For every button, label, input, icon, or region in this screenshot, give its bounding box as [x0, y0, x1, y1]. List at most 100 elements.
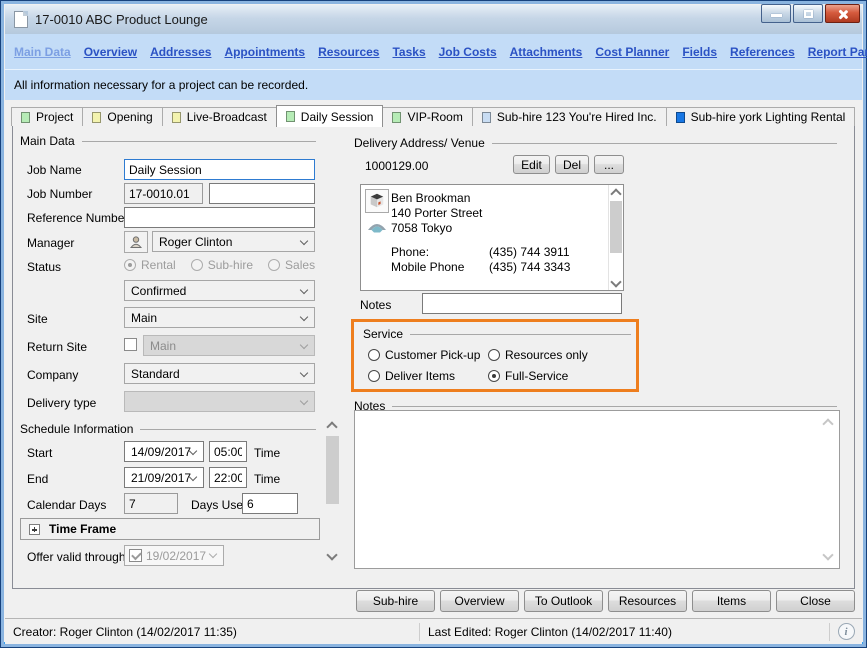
- service-radio-deliver-items[interactable]: Deliver Items: [368, 369, 488, 383]
- tab-daily-session[interactable]: Daily Session: [275, 105, 384, 127]
- job-number-readonly: [124, 183, 203, 204]
- scroll-up-icon[interactable]: [822, 418, 834, 430]
- tab-label: Sub-hire 123 You're Hired Inc.: [496, 110, 657, 124]
- info-icon[interactable]: i: [837, 623, 855, 640]
- delivery-type-select: [124, 391, 315, 412]
- radio-label: Full-Service: [505, 369, 569, 383]
- job-number-suffix-input[interactable]: [209, 183, 315, 204]
- subhire-button[interactable]: Sub-hire: [356, 590, 435, 612]
- edit-address-button[interactable]: Edit: [513, 155, 550, 174]
- scrollbar-thumb[interactable]: [326, 436, 339, 504]
- radio-label: Sales: [285, 258, 316, 272]
- site-label: Site: [27, 312, 48, 326]
- left-pane-scrollbar[interactable]: [325, 419, 340, 565]
- main-area: Project Opening Live-Broadcast Daily Ses…: [5, 100, 862, 644]
- status-radio-rental[interactable]: Rental: [124, 258, 176, 272]
- tab-color-square: [92, 111, 102, 123]
- mobile-value: (435) 744 3343: [489, 260, 571, 274]
- tab-subhire-york[interactable]: Sub-hire york Lighting Rental: [665, 107, 856, 126]
- package-icon: [370, 193, 384, 208]
- notes-textarea[interactable]: [354, 410, 840, 569]
- reference-number-input[interactable]: [124, 207, 315, 228]
- end-label: End: [27, 472, 49, 486]
- tab-subhire-123[interactable]: Sub-hire 123 You're Hired Inc.: [471, 107, 667, 126]
- nav-report-parameter[interactable]: Report Parameter: [808, 45, 867, 59]
- nav-fields[interactable]: Fields: [682, 45, 717, 59]
- tab-panel: Main Data Job Name Job Number Reference …: [12, 125, 855, 589]
- tab-color-square: [285, 111, 295, 122]
- schedule-section-header: Schedule Information: [20, 422, 316, 436]
- end-date-picker[interactable]: 21/09/2017: [124, 467, 204, 488]
- address-notes-input[interactable]: [422, 293, 622, 314]
- tab-project[interactable]: Project: [11, 107, 84, 126]
- nav-references[interactable]: References: [730, 45, 795, 59]
- end-date-value: 21/09/2017: [131, 470, 192, 485]
- end-time-input[interactable]: [209, 467, 247, 488]
- tab-live-broadcast[interactable]: Live-Broadcast: [161, 107, 277, 126]
- nav-overview[interactable]: Overview: [84, 45, 137, 59]
- delete-address-button[interactable]: Del: [555, 155, 589, 174]
- start-date-picker[interactable]: 14/09/2017: [124, 441, 204, 462]
- manager-select[interactable]: Roger Clinton: [152, 231, 315, 252]
- scroll-down-icon[interactable]: [610, 276, 622, 288]
- venue-icon: [368, 224, 386, 233]
- radio-icon: [124, 259, 136, 271]
- nav-appointments[interactable]: Appointments: [224, 45, 305, 59]
- nav-attachments[interactable]: Attachments: [510, 45, 583, 59]
- days-used-input[interactable]: [242, 493, 298, 514]
- tab-label: Sub-hire york Lighting Rental: [690, 110, 846, 124]
- radio-label: Resources only: [505, 348, 588, 362]
- chevron-down-icon: [299, 396, 309, 406]
- close-dialog-button[interactable]: Close: [776, 590, 855, 612]
- nav-job-costs[interactable]: Job Costs: [439, 45, 497, 59]
- job-name-input[interactable]: [124, 159, 315, 180]
- tab-color-square: [171, 111, 181, 123]
- package-icon-button[interactable]: [365, 189, 389, 213]
- site-value: Main: [131, 310, 158, 325]
- service-radio-resources-only[interactable]: Resources only: [488, 348, 588, 362]
- scroll-down-icon[interactable]: [326, 549, 338, 561]
- items-button[interactable]: Items: [692, 590, 771, 612]
- start-time-input[interactable]: [209, 441, 247, 462]
- title-bar[interactable]: 17-0010 ABC Product Lounge: [5, 5, 862, 34]
- status-select[interactable]: Confirmed: [124, 280, 315, 301]
- scroll-up-icon[interactable]: [610, 188, 622, 200]
- return-site-checkbox[interactable]: [124, 338, 137, 351]
- maximize-button[interactable]: [793, 4, 823, 23]
- nav-addresses[interactable]: Addresses: [150, 45, 211, 59]
- person-icon: [129, 236, 143, 248]
- tab-opening[interactable]: Opening: [82, 107, 163, 126]
- nav-resources[interactable]: Resources: [318, 45, 379, 59]
- address-scrollbar[interactable]: [608, 185, 623, 290]
- nav-cost-planner[interactable]: Cost Planner: [595, 45, 669, 59]
- to-outlook-button[interactable]: To Outlook: [524, 590, 603, 612]
- overview-button[interactable]: Overview: [440, 590, 519, 612]
- scroll-down-icon[interactable]: [822, 549, 834, 561]
- radio-label: Customer Pick-up: [385, 348, 481, 362]
- nav-tasks[interactable]: Tasks: [392, 45, 425, 59]
- manager-picker-button[interactable]: [124, 231, 148, 253]
- service-radio-full-service[interactable]: Full-Service: [488, 369, 588, 383]
- info-bar: All information necessary for a project …: [5, 69, 862, 100]
- radio-icon: [190, 259, 203, 271]
- tab-vip-room[interactable]: VIP-Room: [382, 107, 473, 126]
- address-name: Ben Brookman: [391, 191, 471, 205]
- site-select[interactable]: Main: [124, 307, 315, 328]
- nav-main-data[interactable]: Main Data: [14, 45, 71, 59]
- chevron-down-icon: [299, 340, 309, 350]
- delivery-type-label: Delivery type: [27, 396, 97, 410]
- company-select[interactable]: Standard: [124, 363, 315, 384]
- scrollbar-thumb[interactable]: [610, 201, 622, 253]
- service-radio-customer-pickup[interactable]: Customer Pick-up: [368, 348, 488, 362]
- minimize-button[interactable]: [761, 4, 791, 23]
- tab-color-square: [392, 111, 402, 123]
- more-address-button[interactable]: ...: [594, 155, 624, 174]
- service-section-header: Service: [363, 327, 631, 341]
- scroll-up-icon[interactable]: [326, 421, 338, 433]
- time-frame-expander[interactable]: Time Frame: [20, 518, 320, 540]
- offer-valid-checkbox[interactable]: [129, 549, 142, 562]
- status-radio-subhire[interactable]: Sub-hire: [190, 258, 253, 272]
- status-radio-sales[interactable]: Sales: [268, 258, 315, 272]
- resources-button[interactable]: Resources: [608, 590, 687, 612]
- close-button[interactable]: [825, 4, 860, 23]
